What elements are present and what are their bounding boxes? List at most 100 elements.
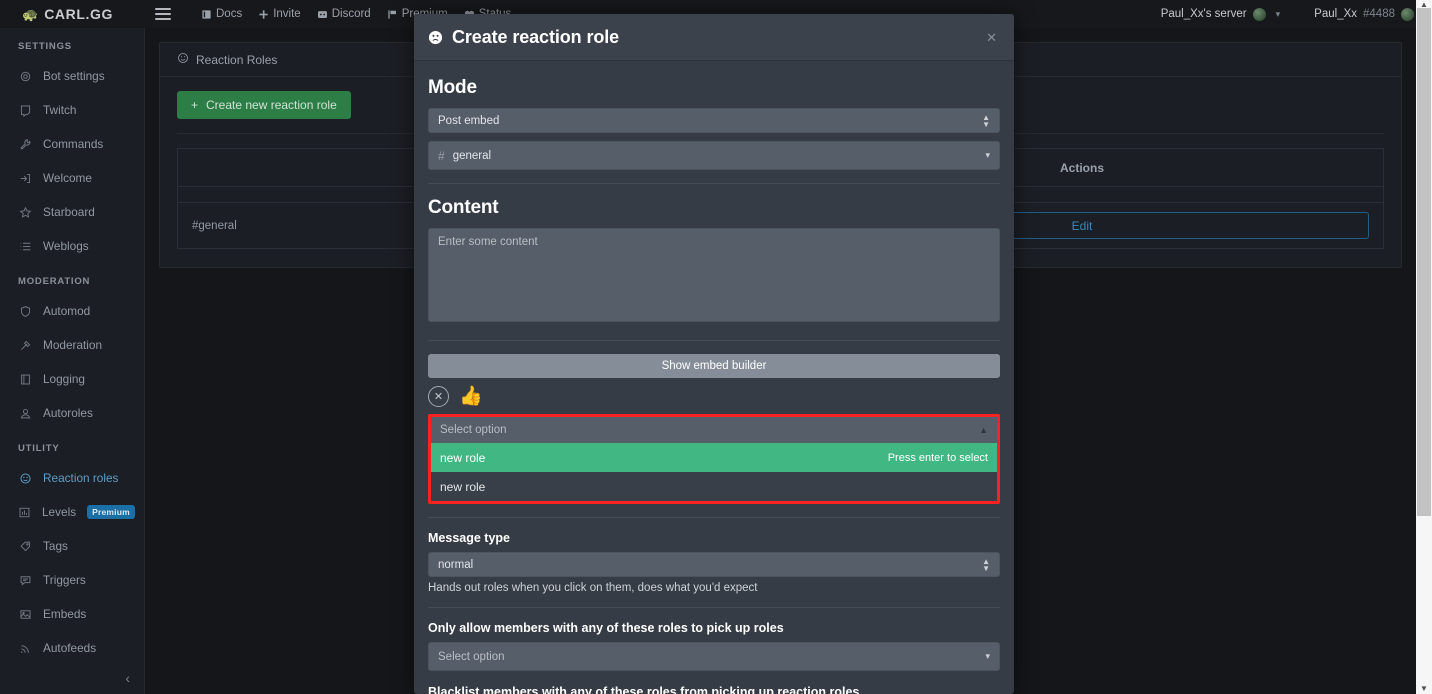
circle-x-icon[interactable]: ✕ [428,386,449,407]
mode-select-value: Post embed [438,114,500,127]
user-menu[interactable]: Paul_Xx #4488 [1314,7,1414,21]
channel-select[interactable]: # general ▾ [428,141,1000,170]
sidebar-item-label: Automod [43,304,91,318]
user-avatar [1401,7,1414,21]
message-type-helper: Hands out roles when you click on them, … [428,582,758,594]
thumbs-up-emoji[interactable]: 👍 [459,387,483,406]
sidebar-item-label: Moderation [43,338,103,352]
role-option-label: new role [440,450,486,465]
create-new-reaction-role-button[interactable]: + Create new reaction role [177,91,351,119]
book-open-icon [18,373,32,386]
flag-icon [387,9,398,20]
sidebar-item-logging[interactable]: Logging [0,362,144,396]
divider [428,607,1000,608]
role-option[interactable]: new role [431,472,997,501]
sidebar-item-embeds[interactable]: Embeds [0,597,144,631]
allow-roles-select[interactable]: Select option ▾ [428,642,1000,671]
premium-badge: Premium [87,505,135,519]
sidebar-item-autofeeds[interactable]: Autofeeds [0,631,144,665]
twitch-icon [18,104,32,117]
sidebar: SETTINGS Bot settings Twitch Commands We… [0,28,145,694]
message-type-select[interactable]: normal ▲ ▼ [428,552,1000,577]
sidebar-item-label: Welcome [43,171,92,185]
mode-select[interactable]: Post embed ▲ ▼ [428,108,1000,133]
modal-title: Create reaction role [452,26,620,47]
brand[interactable]: 🐢 CARL.GG [0,0,145,28]
close-icon[interactable]: ✕ [986,31,997,44]
scroll-down-icon[interactable]: ▼ [1416,684,1432,694]
book-icon [201,9,212,20]
show-embed-builder-button[interactable]: Show embed builder [428,354,1000,378]
role-multiselect-highlight: Select option ▲ new role Press enter to … [428,414,1000,504]
server-selector[interactable]: Paul_Xx's server ▾ [1161,7,1280,21]
sidebar-item-triggers[interactable]: Triggers [0,563,144,597]
nav-link-discord[interactable]: Discord [317,8,371,20]
sidebar-item-label: Bot settings [43,69,105,83]
page-scrollbar[interactable]: ▲ ▼ [1416,0,1432,694]
message-type-label: Message type [428,531,510,545]
sidebar-item-label: Twitch [43,103,77,117]
discord-icon [317,9,328,20]
message-type-value: normal [438,558,474,571]
gear-icon [18,70,32,83]
modal-header: Create reaction role ✕ [414,14,1014,61]
role-option-hint: Press enter to select [887,451,988,464]
page-title: Reaction Roles [196,52,278,67]
rss-icon [18,642,32,655]
role-option-highlighted[interactable]: new role Press enter to select [431,443,997,472]
create-button-label: Create new reaction role [206,98,337,112]
chevron-down-icon: ▾ [985,651,990,661]
sidebar-item-label: Triggers [43,573,86,587]
sidebar-item-automod[interactable]: Automod [0,294,144,328]
sidebar-item-bot-settings[interactable]: Bot settings [0,59,144,93]
emoji-row: ✕ 👍 [428,386,1000,407]
chevron-left-icon[interactable]: ‹ [125,670,130,686]
sidebar-item-label: Logging [43,372,85,386]
role-select-placeholder: Select option [440,424,507,436]
sidebar-item-starboard[interactable]: Starboard [0,195,144,229]
role-option-label: new role [440,479,486,494]
sidebar-item-moderation[interactable]: Moderation [0,328,144,362]
sidebar-item-tags[interactable]: Tags [0,529,144,563]
star-icon [18,206,32,219]
nav-right: Paul_Xx's server ▾ Paul_Xx #4488 [1161,7,1432,21]
sidebar-item-autoroles[interactable]: Autoroles [0,396,144,430]
user-discriminator: #4488 [1363,8,1395,20]
sidebar-item-label: Tags [43,539,68,553]
sidebar-item-label: Weblogs [43,239,89,253]
channel-select-value: general [452,149,492,162]
hamburger-icon[interactable] [155,8,171,20]
mode-heading: Mode [428,77,477,98]
nav-link-label: Invite [273,8,301,20]
chevron-up-icon: ▲ [979,425,988,435]
divider [428,183,1000,184]
hash-icon: # [438,148,445,163]
enter-door-icon [18,172,32,185]
sidebar-group-title: MODERATION [18,276,91,287]
sidebar-item-welcome[interactable]: Welcome [0,161,144,195]
tag-icon [18,540,32,553]
content-textarea[interactable] [428,228,1000,322]
allow-roles-label: Only allow members with any of these rol… [428,621,784,635]
turtle-icon: 🐢 [22,6,39,22]
sidebar-item-twitch[interactable]: Twitch [0,93,144,127]
nav-link-invite[interactable]: Invite [258,8,301,20]
wrench-icon [18,138,32,151]
sidebar-item-label: Embeds [43,607,87,621]
plus-icon: + [191,98,199,112]
sidebar-item-label: Levels [42,505,77,519]
updown-arrows-icon: ▲ ▼ [982,556,990,573]
bar-chart-icon [18,506,31,519]
role-select-control[interactable]: Select option ▲ [431,417,997,443]
chevron-down-icon: ▾ [985,150,990,160]
smiley-face-icon [428,30,443,45]
scrollbar-thumb[interactable] [1417,8,1431,516]
sidebar-item-reaction-roles[interactable]: Reaction roles [0,461,144,495]
sidebar-item-label: Autofeeds [43,641,97,655]
image-icon [18,608,32,621]
modal-body: Mode Post embed ▲▼ # general ▾ Content S… [414,61,1014,694]
sidebar-item-commands[interactable]: Commands [0,127,144,161]
sidebar-item-levels[interactable]: Levels Premium [0,495,144,529]
nav-link-docs[interactable]: Docs [201,8,242,20]
sidebar-item-weblogs[interactable]: Weblogs [0,229,144,263]
